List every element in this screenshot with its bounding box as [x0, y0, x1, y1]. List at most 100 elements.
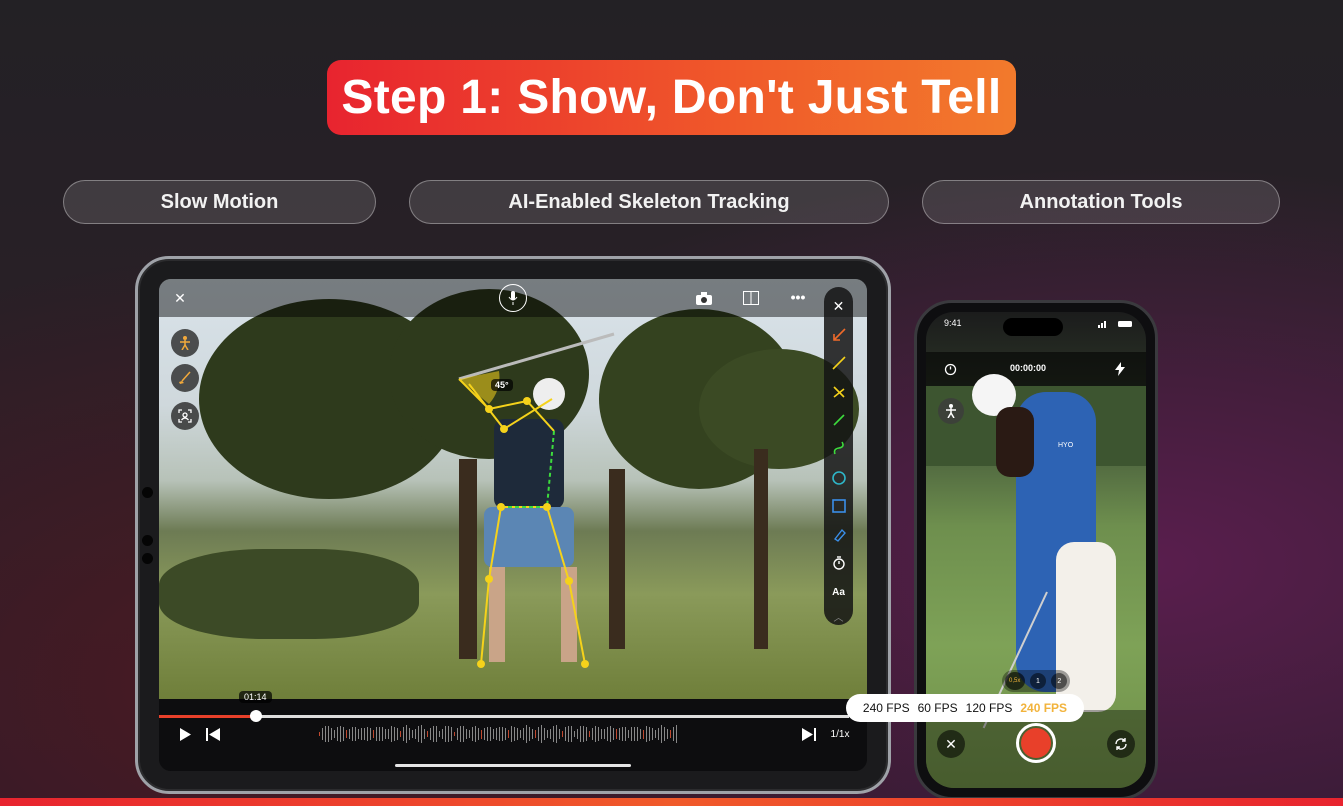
- waveform-bar: [562, 730, 563, 738]
- fps-option[interactable]: 60 FPS: [918, 701, 958, 715]
- waveform-bar: [421, 725, 422, 743]
- waveform-bar: [484, 728, 485, 740]
- waveform-bar: [535, 730, 536, 738]
- page-title-text: Step 1: Show, Don't Just Tell: [341, 71, 1002, 124]
- shirt-logo: HYO: [1058, 442, 1074, 449]
- zoom-option[interactable]: 1: [1029, 673, 1046, 689]
- skip-back-icon[interactable]: [205, 726, 221, 742]
- waveform-bar: [379, 727, 380, 741]
- waveform-bar: [595, 726, 596, 742]
- freehand-tool-icon[interactable]: [824, 437, 853, 459]
- waveform-bar: [394, 727, 395, 741]
- line-tool-icon[interactable]: [824, 352, 853, 374]
- skeleton-tracking-icon[interactable]: [938, 398, 964, 424]
- microphone-icon[interactable]: [499, 284, 527, 312]
- eraser-tool-icon[interactable]: [824, 524, 853, 546]
- record-dot: [1021, 728, 1051, 758]
- camera-icon[interactable]: [694, 289, 714, 307]
- zoom-selector: 0,5x 1 2: [1002, 670, 1070, 692]
- waveform-bar: [481, 729, 482, 739]
- close-icon[interactable]: ✕: [171, 289, 189, 307]
- skeleton-joint: [485, 405, 493, 413]
- zoom-option[interactable]: 0,5x: [1004, 672, 1025, 690]
- skeleton-joint: [565, 577, 573, 585]
- zoom-option[interactable]: 2: [1051, 673, 1068, 689]
- fps-option[interactable]: 120 FPS: [966, 701, 1013, 715]
- skeleton-joint: [500, 425, 508, 433]
- waveform-bar: [565, 727, 566, 741]
- chevron-up-icon[interactable]: ︿: [824, 605, 853, 627]
- compare-vs-icon[interactable]: [742, 290, 760, 306]
- skeleton-tracking-icon[interactable]: [171, 329, 199, 357]
- switch-camera-icon[interactable]: [1107, 730, 1135, 758]
- annotation-toolbar: ✕ Aa ︿: [824, 287, 853, 625]
- waveform-bar: [673, 726, 674, 742]
- tablet-sensor-dot: [142, 553, 153, 564]
- skeleton-joint: [497, 503, 505, 511]
- straight-line-tool-icon[interactable]: [824, 409, 853, 431]
- waveform-bar: [319, 732, 320, 736]
- text-tool-label[interactable]: Aa: [824, 581, 853, 603]
- golfer-shorts: [484, 507, 574, 567]
- waveform-bar: [541, 725, 542, 743]
- waveform-bar: [439, 730, 440, 738]
- waveform-bar: [643, 729, 644, 739]
- status-time: 9:41: [944, 318, 962, 328]
- play-icon[interactable]: [177, 726, 193, 742]
- waveform-bar: [412, 730, 413, 738]
- record-button[interactable]: [1016, 723, 1056, 763]
- waveform-bar: [373, 730, 374, 738]
- feature-label: AI-Enabled Skeleton Tracking: [508, 190, 790, 213]
- close-camera-icon[interactable]: ✕: [937, 730, 965, 758]
- waveform-bar: [463, 726, 464, 742]
- fps-selector: 240 FPS 60 FPS 120 FPS 240 FPS: [846, 694, 1084, 722]
- waveform-bar: [445, 726, 446, 742]
- waveform-bar: [400, 730, 401, 738]
- status-icons: [1098, 320, 1134, 330]
- skeleton-joint: [477, 660, 485, 668]
- waveform-bar: [367, 726, 368, 742]
- waveform-bar: [511, 726, 512, 742]
- skeleton-joint: [523, 397, 531, 405]
- tablet-sensor-dot: [142, 535, 153, 546]
- golf-club-icon[interactable]: [171, 364, 199, 392]
- rectangle-tool-icon[interactable]: [824, 495, 853, 517]
- waveform-bar: [370, 727, 371, 741]
- fps-option[interactable]: 240 FPS: [863, 701, 910, 715]
- more-options-icon[interactable]: •••: [789, 288, 807, 306]
- waveform-bar: [364, 727, 365, 741]
- flash-icon[interactable]: [1112, 361, 1128, 377]
- timer-tool-icon[interactable]: [824, 552, 853, 574]
- waveform-bar: [526, 725, 527, 743]
- fps-option-selected[interactable]: 240 FPS: [1020, 701, 1067, 715]
- waveform-bar: [586, 727, 587, 741]
- waveform-bar: [607, 726, 608, 742]
- waveform-bar: [466, 728, 467, 740]
- circle-tool-icon[interactable]: [824, 467, 853, 489]
- tablet-camera-dot: [142, 487, 153, 498]
- close-toolbar-icon[interactable]: ✕: [824, 295, 853, 317]
- waveform-bar: [499, 727, 500, 741]
- timer-icon[interactable]: [942, 361, 958, 377]
- playback-speed-label[interactable]: 1/1x: [827, 726, 853, 742]
- waveform-bar: [454, 731, 455, 737]
- audio-waveform[interactable]: [319, 724, 709, 744]
- arrow-tool-icon[interactable]: [824, 324, 853, 346]
- focus-frame-icon[interactable]: [171, 402, 199, 430]
- angle-tool-icon[interactable]: [824, 381, 853, 403]
- bottom-accent-strip: [0, 798, 1343, 806]
- waveform-bar: [664, 727, 665, 741]
- waveform-bar: [457, 727, 458, 741]
- waveform-bar: [427, 731, 428, 737]
- waveform-bar: [376, 726, 377, 742]
- progress-fill: [159, 715, 256, 718]
- skip-forward-icon[interactable]: [801, 726, 817, 742]
- progress-track[interactable]: [159, 715, 849, 718]
- progress-scrubber-handle[interactable]: [249, 710, 262, 722]
- feature-label: Slow Motion: [160, 190, 279, 213]
- golf-video-frame: 45°: [159, 279, 867, 699]
- waveform-bar: [568, 725, 569, 743]
- waveform-bar: [658, 727, 659, 741]
- waveform-bar: [391, 725, 392, 743]
- waveform-bar: [676, 725, 677, 743]
